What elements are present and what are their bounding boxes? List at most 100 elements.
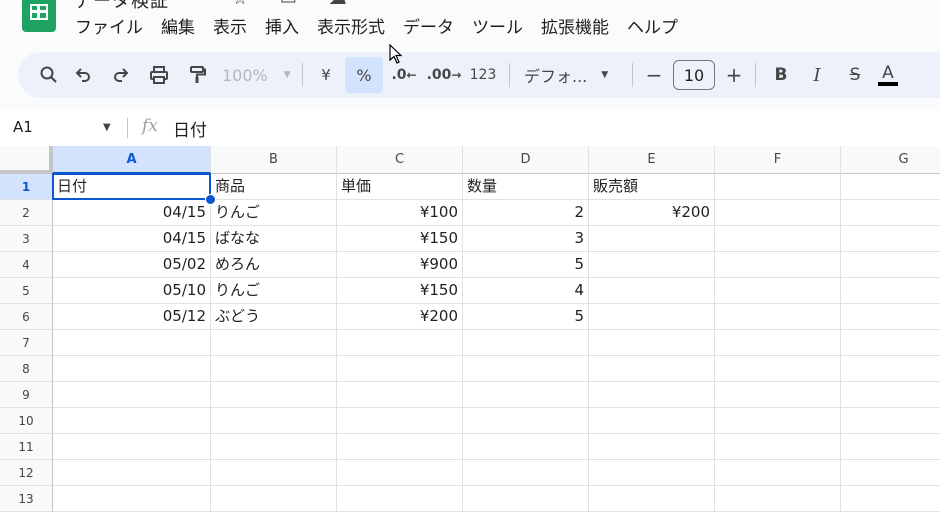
paint-format-button[interactable] [178,57,216,93]
cell-d2[interactable]: 2 [463,200,589,226]
cell-f11[interactable] [715,434,841,460]
cell-a9[interactable] [53,382,211,408]
cell-c13[interactable] [337,486,463,512]
cell-c2[interactable]: ¥100 [337,200,463,226]
cell-g4[interactable] [841,252,940,278]
cell-b13[interactable] [211,486,337,512]
cell-e3[interactable] [589,226,715,252]
cell-a1[interactable]: 日付 [53,174,211,200]
cell-a3[interactable]: 04/15 [53,226,211,252]
menu-file[interactable]: ファイル [66,16,152,40]
undo-button[interactable] [64,57,102,93]
column-header-d[interactable]: D [463,146,589,174]
cell-f7[interactable] [715,330,841,356]
cell-b3[interactable]: ばなな [211,226,337,252]
cell-f13[interactable] [715,486,841,512]
cell-c7[interactable] [337,330,463,356]
row-header-10[interactable]: 10 [0,408,53,434]
cell-a2[interactable]: 04/15 [53,200,211,226]
cell-a13[interactable] [53,486,211,512]
cell-e2[interactable]: ¥200 [589,200,715,226]
formula-input[interactable]: 日付 [173,116,207,141]
chevron-down-icon[interactable]: ▼ [103,122,111,133]
star-icon[interactable]: ☆ [232,0,248,9]
cell-b8[interactable] [211,356,337,382]
cell-d11[interactable] [463,434,589,460]
row-header-5[interactable]: 5 [0,278,53,304]
cell-g6[interactable] [841,304,940,330]
row-header-12[interactable]: 12 [0,460,53,486]
search-menus-button[interactable] [34,57,64,93]
increase-font-size-button[interactable]: + [721,57,747,93]
redo-button[interactable] [102,57,140,93]
font-select[interactable]: デフォ... ▼ [518,57,624,93]
decrease-font-size-button[interactable]: − [641,57,667,93]
cell-e4[interactable] [589,252,715,278]
cell-g8[interactable] [841,356,940,382]
cell-d9[interactable] [463,382,589,408]
cell-c9[interactable] [337,382,463,408]
menu-data[interactable]: データ [394,16,463,40]
cell-e10[interactable] [589,408,715,434]
column-header-e[interactable]: E [589,146,715,174]
cell-a12[interactable] [53,460,211,486]
cell-e9[interactable] [589,382,715,408]
fill-handle[interactable] [205,194,216,205]
name-box[interactable]: A1 [13,118,33,136]
zoom-select[interactable]: 100% ▼ [216,57,294,93]
row-header-11[interactable]: 11 [0,434,53,460]
cell-c12[interactable] [337,460,463,486]
cell-e6[interactable] [589,304,715,330]
cell-c8[interactable] [337,356,463,382]
row-header-2[interactable]: 2 [0,200,53,226]
percent-format-button[interactable]: % [345,57,383,93]
cell-b11[interactable] [211,434,337,460]
column-header-a[interactable]: A [53,146,211,174]
row-header-7[interactable]: 7 [0,330,53,356]
cell-b1[interactable]: 商品 [211,174,337,200]
cell-a6[interactable]: 05/12 [53,304,211,330]
cell-f2[interactable] [715,200,841,226]
strikethrough-button[interactable]: S [836,57,874,93]
cell-b12[interactable] [211,460,337,486]
row-header-6[interactable]: 6 [0,304,53,330]
cell-f8[interactable] [715,356,841,382]
column-header-g[interactable]: G [841,146,940,174]
column-header-b[interactable]: B [211,146,337,174]
cell-d13[interactable] [463,486,589,512]
row-header-1[interactable]: 1 [0,174,53,200]
cell-b10[interactable] [211,408,337,434]
cell-g13[interactable] [841,486,940,512]
document-title[interactable]: データ検証 [74,0,169,13]
cell-c4[interactable]: ¥900 [337,252,463,278]
cell-a7[interactable] [53,330,211,356]
menu-tools[interactable]: ツール [463,16,532,40]
cell-c11[interactable] [337,434,463,460]
row-header-4[interactable]: 4 [0,252,53,278]
cell-b5[interactable]: りんご [211,278,337,304]
cell-f1[interactable] [715,174,841,200]
menu-extensions[interactable]: 拡張機能 [532,16,618,40]
cell-d3[interactable]: 3 [463,226,589,252]
row-header-8[interactable]: 8 [0,356,53,382]
cell-g5[interactable] [841,278,940,304]
cell-e8[interactable] [589,356,715,382]
cell-d1[interactable]: 数量 [463,174,589,200]
row-header-13[interactable]: 13 [0,486,53,512]
cell-d10[interactable] [463,408,589,434]
menu-format[interactable]: 表示形式 [308,16,394,40]
bold-button[interactable]: B [764,57,798,93]
cell-b6[interactable]: ぶどう [211,304,337,330]
cell-a5[interactable]: 05/10 [53,278,211,304]
cell-b2[interactable]: りんご [211,200,337,226]
cell-f4[interactable] [715,252,841,278]
menu-view[interactable]: 表示 [204,16,256,40]
cell-g11[interactable] [841,434,940,460]
number-format-button[interactable]: 123 [465,57,501,93]
select-all-corner[interactable] [0,146,53,174]
cell-a10[interactable] [53,408,211,434]
cell-d12[interactable] [463,460,589,486]
column-header-f[interactable]: F [715,146,841,174]
cell-g2[interactable] [841,200,940,226]
cell-a8[interactable] [53,356,211,382]
